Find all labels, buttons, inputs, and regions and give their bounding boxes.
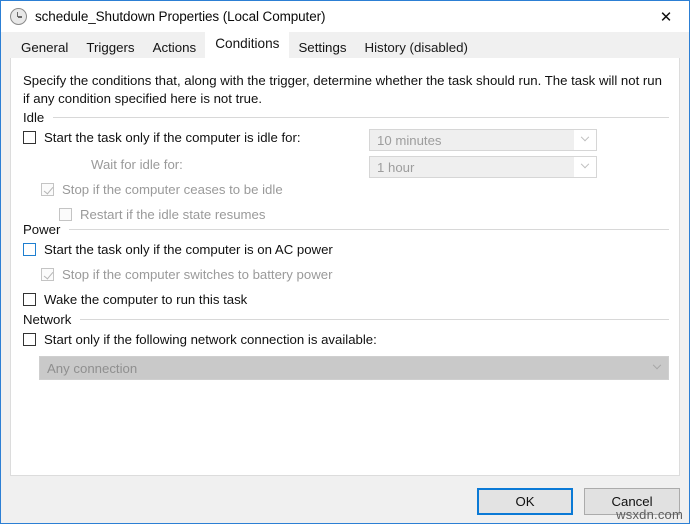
conditions-description: Specify the conditions that, along with … <box>23 73 662 106</box>
checkbox-restart-if-idle-resumes <box>59 208 72 221</box>
checkbox-row-stop-if-ceases-idle: Stop if the computer ceases to be idle <box>41 182 283 197</box>
checkbox-row-wake-computer[interactable]: Wake the computer to run this task <box>23 292 247 307</box>
checkbox-start-if-network[interactable] <box>23 333 36 346</box>
checkbox-row-start-if-idle[interactable]: Start the task only if the computer is i… <box>23 130 301 145</box>
tab-general[interactable]: General <box>12 37 78 59</box>
window-title: schedule_Shutdown Properties (Local Comp… <box>35 9 326 24</box>
label-wait-for-idle: Wait for idle for: <box>91 157 183 172</box>
close-icon[interactable]: ✕ <box>643 1 689 32</box>
checkbox-row-stop-if-battery: Stop if the computer switches to battery… <box>41 267 332 282</box>
combo-idle-duration[interactable]: 10 minutes <box>369 129 597 151</box>
combo-idle-duration-value: 10 minutes <box>370 130 574 150</box>
combo-network-connection-value: Any connection <box>40 357 646 379</box>
label-start-if-network: Start only if the following network conn… <box>44 332 377 347</box>
watermark: wsxdn.com <box>616 507 683 522</box>
group-divider-power <box>69 229 669 230</box>
checkbox-stop-if-ceases-idle <box>41 183 54 196</box>
checkbox-start-if-idle[interactable] <box>23 131 36 144</box>
conditions-panel: Specify the conditions that, along with … <box>10 58 680 476</box>
chevron-down-icon[interactable] <box>574 157 596 177</box>
label-start-if-idle: Start the task only if the computer is i… <box>44 130 301 145</box>
group-label-power: Power <box>23 222 61 237</box>
tab-actions[interactable]: Actions <box>143 37 206 59</box>
label-stop-if-ceases-idle: Stop if the computer ceases to be idle <box>62 182 283 197</box>
checkbox-row-start-if-ac-power[interactable]: Start the task only if the computer is o… <box>23 242 333 257</box>
checkbox-wake-computer[interactable] <box>23 293 36 306</box>
chevron-down-icon[interactable] <box>574 130 596 150</box>
tab-settings[interactable]: Settings <box>289 37 356 59</box>
group-header-power: Power <box>23 222 669 237</box>
label-restart-if-idle-resumes: Restart if the idle state resumes <box>80 207 266 222</box>
tab-triggers[interactable]: Triggers <box>77 37 144 59</box>
ok-button[interactable]: OK <box>477 488 573 515</box>
label-row-wait-for-idle: Wait for idle for: <box>91 157 183 172</box>
combo-wait-duration[interactable]: 1 hour <box>369 156 597 178</box>
tab-history[interactable]: History (disabled) <box>355 37 477 59</box>
checkbox-row-restart-if-idle-resumes: Restart if the idle state resumes <box>59 207 265 222</box>
checkbox-row-start-if-network[interactable]: Start only if the following network conn… <box>23 332 377 347</box>
checkbox-start-if-ac-power[interactable] <box>23 243 36 256</box>
combo-network-connection[interactable]: Any connection <box>39 356 669 380</box>
group-label-network: Network <box>23 312 72 327</box>
task-properties-dialog: schedule_Shutdown Properties (Local Comp… <box>0 0 690 524</box>
checkbox-stop-if-battery <box>41 268 54 281</box>
chevron-down-icon[interactable] <box>646 357 668 379</box>
label-stop-if-battery: Stop if the computer switches to battery… <box>62 267 333 282</box>
tab-strip: General Triggers Actions Conditions Sett… <box>1 32 689 59</box>
group-header-network: Network <box>23 312 669 327</box>
combo-wait-duration-value: 1 hour <box>370 157 574 177</box>
tab-conditions[interactable]: Conditions <box>205 32 290 59</box>
title-bar: schedule_Shutdown Properties (Local Comp… <box>1 1 689 32</box>
label-start-if-ac-power: Start the task only if the computer is o… <box>44 242 333 257</box>
group-header-idle: Idle <box>23 110 669 125</box>
clock-icon <box>10 8 27 25</box>
group-divider-network <box>80 319 669 320</box>
group-divider-idle <box>53 117 669 118</box>
label-wake-computer: Wake the computer to run this task <box>44 292 248 307</box>
group-label-idle: Idle <box>23 110 45 125</box>
